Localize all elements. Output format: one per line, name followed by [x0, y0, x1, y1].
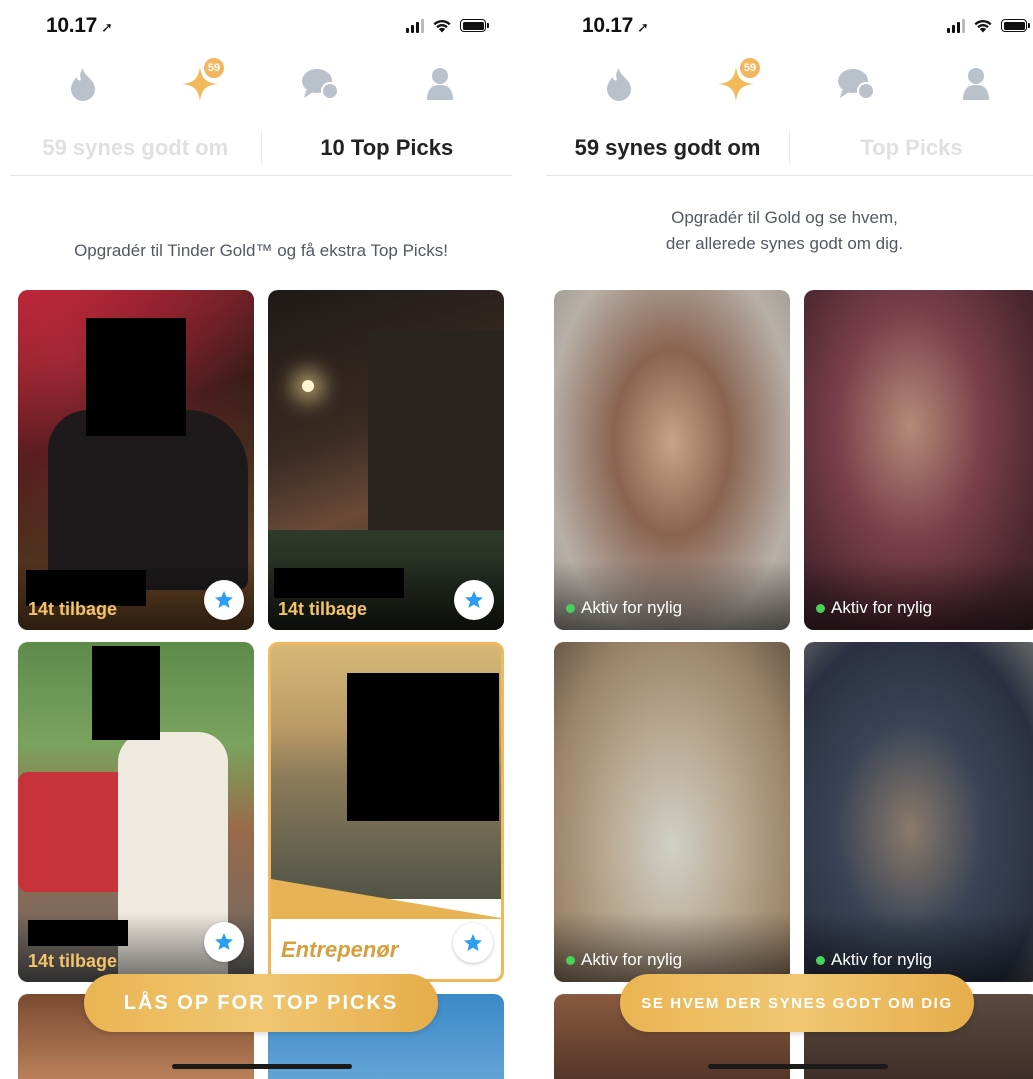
likes-badge: 59	[202, 56, 226, 80]
star-icon	[465, 591, 483, 608]
top-nav: 59	[536, 56, 1033, 108]
tab-top-picks[interactable]: Top Picks	[790, 120, 1033, 175]
super-like-button[interactable]	[204, 922, 244, 962]
blurred-like-card[interactable]: Aktiv for nylig	[554, 642, 790, 982]
gold-ribbon	[271, 879, 501, 919]
promo-line-2: der allerede synes godt om dig.	[665, 234, 904, 253]
tab-top-picks[interactable]: 10 Top Picks	[262, 120, 513, 175]
flame-icon[interactable]	[63, 64, 103, 104]
chat-icon[interactable]	[300, 64, 340, 104]
online-dot-icon	[816, 603, 825, 613]
top-pick-card[interactable]: 14t tilbage	[268, 290, 504, 630]
star-icon	[464, 934, 482, 951]
profile-icon[interactable]	[956, 64, 996, 104]
blurred-like-card[interactable]: Aktiv for nylig	[554, 290, 790, 630]
active-status: Aktiv for nylig	[816, 950, 932, 970]
profile-icon[interactable]	[420, 64, 460, 104]
status-bar: 10.17 ➚	[536, 14, 1033, 40]
tab-bar: 59 synes godt om Top Picks	[546, 120, 1033, 176]
signal-icon	[947, 18, 965, 33]
status-time: 10.17 ➚	[46, 14, 113, 37]
likes-screen: 10.17 ➚ 59 59 synes godt om Top Picks Opg…	[536, 0, 1033, 1079]
online-dot-icon	[566, 955, 575, 965]
location-arrow-icon: ➚	[101, 19, 113, 35]
card-tag-label: Entrepenør	[281, 937, 399, 962]
tab-likes[interactable]: 59 synes godt om	[546, 120, 789, 175]
active-status: Aktiv for nylig	[566, 598, 682, 618]
battery-icon	[1001, 19, 1030, 32]
top-nav: 59	[0, 56, 522, 108]
time-left-label: 14t tilbage	[28, 599, 118, 619]
super-like-button[interactable]	[453, 923, 493, 963]
redaction-box	[28, 920, 128, 946]
super-like-button[interactable]	[454, 580, 494, 620]
signal-icon	[406, 18, 424, 33]
online-dot-icon	[816, 955, 825, 965]
status-bar: 10.17 ➚	[0, 14, 522, 40]
blurred-like-card[interactable]: Aktiv for nylig	[804, 642, 1033, 982]
promo-line-1: Opgradér til Gold og se hvem,	[671, 208, 898, 227]
upgrade-promo-text: Opgradér til Gold og se hvem, der allere…	[536, 205, 1033, 257]
star-icon	[215, 591, 233, 608]
wifi-icon	[974, 19, 992, 33]
battery-icon	[460, 19, 489, 32]
likes-badge: 59	[738, 56, 762, 80]
active-status: Aktiv for nylig	[566, 950, 682, 970]
top-pick-card-featured[interactable]: Entrepenør	[268, 642, 504, 982]
star-icon	[215, 933, 233, 950]
tab-likes[interactable]: 59 synes godt om	[10, 120, 261, 175]
top-pick-card[interactable]: 14t tilbage	[18, 290, 254, 630]
time-left-label: 14t tilbage	[28, 951, 118, 971]
redaction-box	[347, 673, 499, 821]
home-indicator	[172, 1064, 352, 1069]
car-photo	[18, 772, 128, 892]
home-indicator	[708, 1064, 888, 1069]
chat-icon[interactable]	[836, 64, 876, 104]
wifi-icon	[433, 19, 451, 33]
redaction-box	[92, 646, 160, 740]
redaction-box	[274, 568, 404, 598]
time-left-label: 14t tilbage	[278, 599, 368, 619]
top-pick-card[interactable]: 14t tilbage	[18, 642, 254, 982]
upgrade-promo-text: Opgradér til Tinder Gold™ og få ekstra T…	[74, 241, 448, 260]
location-arrow-icon: ➚	[637, 19, 649, 35]
gold-star-icon[interactable]: 59	[180, 56, 226, 104]
blurred-like-card[interactable]: Aktiv for nylig	[804, 290, 1033, 630]
status-time: 10.17 ➚	[582, 14, 649, 37]
redaction-box	[86, 318, 186, 436]
flame-icon[interactable]	[599, 64, 639, 104]
top-picks-screen: 10.17 ➚ 59 59 synes godt om 10 Top Picks …	[0, 0, 522, 1079]
super-like-button[interactable]	[204, 580, 244, 620]
active-status: Aktiv for nylig	[816, 598, 932, 618]
gold-star-icon[interactable]: 59	[716, 56, 762, 104]
see-who-likes-you-button[interactable]: SE HVEM DER SYNES GODT OM DIG	[620, 974, 974, 1032]
online-dot-icon	[566, 603, 575, 613]
unlock-top-picks-button[interactable]: LÅS OP FOR TOP PICKS	[84, 974, 438, 1032]
tab-bar: 59 synes godt om 10 Top Picks	[10, 120, 512, 176]
